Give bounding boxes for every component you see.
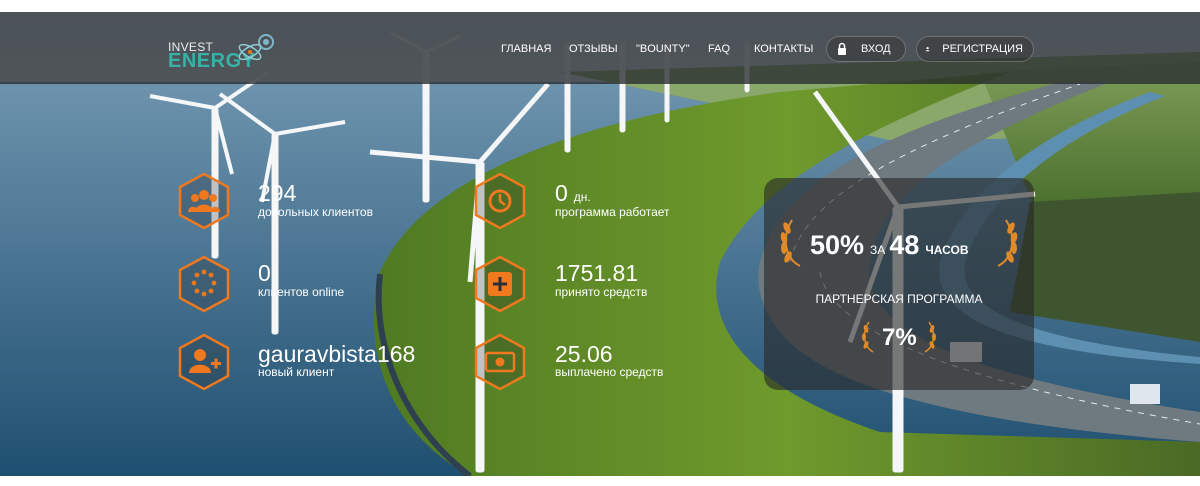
stat-value: 0 дн. — [555, 182, 591, 205]
nav-item-home[interactable]: ГЛАВНАЯ — [501, 43, 551, 55]
referral-percent: 7% — [882, 324, 917, 351]
stat-unit: дн. — [573, 190, 591, 204]
user-icon — [925, 46, 930, 52]
stat-label: принято средств — [555, 285, 648, 299]
laurel-wreath-icon — [780, 219, 801, 267]
login-button[interactable]: ВХОД — [826, 36, 906, 62]
partner-program-label: ПАРТНЕРСКАЯ ПРОГРАММА — [815, 292, 983, 306]
laurel-wreath-icon — [924, 321, 936, 353]
stat-label: программа работает — [555, 205, 670, 219]
stat-value: 1751.81 — [555, 260, 639, 286]
investment-plan-box: 50% за 48 часов ПАРТНЕРСКАЯ ПРОГРАММА 7% — [764, 178, 1034, 390]
money-icon — [474, 333, 526, 391]
stat-value: 0 — [258, 260, 271, 286]
login-label: ВХОД — [861, 43, 891, 55]
stat-label: выплачено средств — [555, 365, 664, 379]
plan-hours-value: 48 — [889, 230, 920, 260]
plan-hours-label: часов — [925, 243, 969, 257]
register-label: РЕГИСТРАЦИЯ — [942, 43, 1023, 55]
atom-gear-logo-icon — [238, 34, 274, 61]
plus-box-icon — [474, 255, 526, 313]
stat-label: клиентов online — [258, 285, 345, 299]
nav-item-contacts[interactable]: КОНТАКТЫ — [754, 43, 813, 55]
add-user-icon — [178, 333, 230, 391]
nav-item-faq[interactable]: FAQ — [708, 43, 730, 55]
stat-label: довольных клиентов — [258, 205, 373, 219]
laurel-wreath-icon — [862, 321, 874, 353]
stat-value: gauravbista168 — [258, 341, 416, 367]
dots-circle-icon — [178, 255, 230, 313]
page-bottom-strip — [0, 476, 1200, 486]
register-button[interactable]: РЕГИСТРАЦИЯ — [916, 36, 1034, 62]
plan-percent: 50% — [810, 230, 865, 260]
stat-number: 0 — [555, 180, 568, 206]
laurel-wreath-icon — [997, 219, 1018, 267]
users-icon — [178, 172, 230, 230]
clock-icon — [474, 172, 526, 230]
site-logo[interactable]: INVEST ENERGY — [168, 34, 278, 78]
plan-for-word: за — [870, 243, 886, 257]
stat-value: 25.06 — [555, 341, 613, 367]
nav-item-bounty[interactable]: "BOUNTY" — [636, 43, 690, 55]
stat-label: новый клиент — [258, 365, 335, 379]
nav-item-reviews[interactable]: ОТЗЫВЫ — [569, 43, 618, 55]
plan-rate: 50% за 48 часов — [810, 230, 969, 261]
stat-value: 294 — [258, 180, 297, 206]
lock-icon — [838, 42, 846, 55]
